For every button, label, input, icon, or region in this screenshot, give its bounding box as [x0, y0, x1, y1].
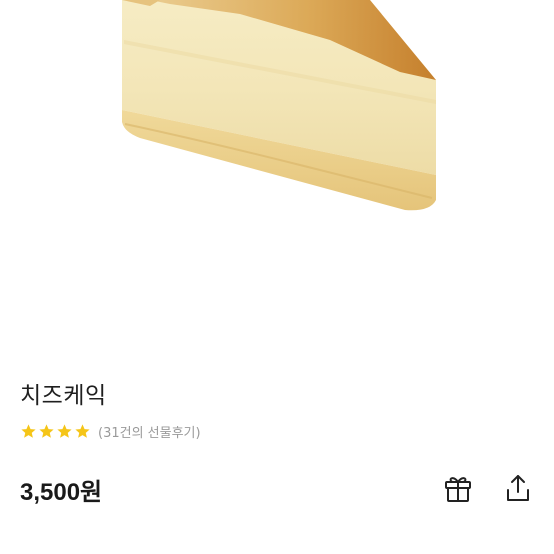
star-icon — [21, 423, 36, 438]
product-price: 3,500원 — [20, 479, 103, 506]
product-name: 치즈케익 — [20, 383, 107, 409]
share-icon — [507, 475, 529, 501]
gift-icon — [445, 477, 471, 502]
share-button[interactable] — [500, 470, 536, 506]
rating-stars — [20, 423, 92, 440]
review-count[interactable]: (31건의 선물후기) — [98, 422, 201, 441]
star-icon — [75, 423, 90, 438]
product-image — [0, 0, 554, 360]
star-icon — [39, 423, 54, 438]
rating-row: (31건의 선물후기) — [20, 420, 201, 442]
gift-button[interactable] — [440, 470, 476, 506]
star-icon — [57, 423, 72, 438]
